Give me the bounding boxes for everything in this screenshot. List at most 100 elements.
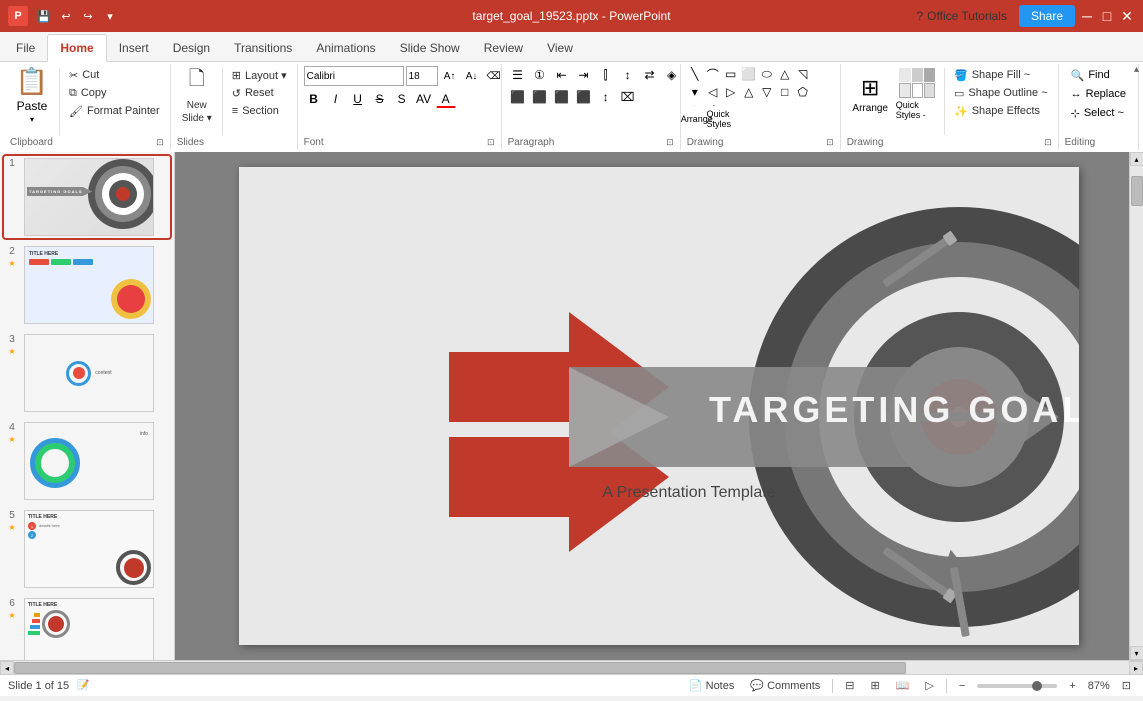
redo-icon[interactable]: ↪ [78,6,98,26]
scroll-thumb[interactable] [1131,176,1143,206]
notes-button[interactable]: 📄 Notes [685,679,738,692]
scroll-right-button[interactable]: ▸ [1129,661,1143,675]
decrease-font-button[interactable]: A↓ [462,67,482,85]
scroll-track[interactable] [1130,166,1143,646]
shape-arrow-left[interactable]: ◁ [705,84,721,100]
shape-effects-button[interactable]: ✨ Shape Effects [950,102,1052,120]
shape-rounded-rect[interactable]: ⬜ [741,66,757,82]
bold-button[interactable]: B [304,90,324,108]
replace-button[interactable]: ↔ Replace [1065,85,1132,103]
tab-slideshow[interactable]: Slide Show [388,35,472,61]
cut-button[interactable]: ✂ Cut [65,66,164,84]
vertical-scrollbar[interactable]: ▴ ▾ [1129,152,1143,660]
shape-line[interactable]: ╲ [687,66,703,82]
align-left-button[interactable]: ⬛ [508,88,528,106]
tab-insert[interactable]: Insert [107,35,161,61]
line-spacing-button[interactable]: ↕ [596,88,616,106]
reading-view-button[interactable]: 📖 [892,679,914,692]
strikethrough-button[interactable]: S [370,90,390,108]
quick-styles-button[interactable]: Quick Styles [709,110,729,128]
underline-button[interactable]: U [348,90,368,108]
section-button[interactable]: ≡ Section [228,102,291,120]
arrange-button[interactable]: ⊞ Arrange [847,66,894,122]
shape-connector[interactable]: ⌒ [705,66,721,82]
find-button[interactable]: 🔍 Find [1065,66,1132,84]
font-size-input[interactable] [406,66,438,86]
shape-arrow-right[interactable]: ▷ [723,84,739,100]
layout-button[interactable]: ⊞ Layout ▾ [228,66,291,84]
shape-fill-button[interactable]: 🪣 Shape Fill ~ [950,66,1052,84]
undo-icon[interactable]: ↩ [56,6,76,26]
scroll-left-button[interactable]: ◂ [0,661,14,675]
object-alt-text-button[interactable]: ⌧ [618,88,638,106]
numbering-button[interactable]: ① [530,66,550,84]
select-button[interactable]: ⊹ Select ~ [1065,104,1132,122]
shape-right-triangle[interactable]: ◹ [795,66,811,82]
scroll-up-button[interactable]: ▴ [1130,152,1143,166]
text-direction-button[interactable]: ↕ [618,66,638,84]
scroll-down-button[interactable]: ▾ [1130,646,1143,660]
share-button[interactable]: Share [1019,5,1075,27]
tab-view[interactable]: View [535,35,585,61]
normal-view-button[interactable]: ⊟ [841,679,858,692]
shape-rect[interactable]: ▭ [723,66,739,82]
tab-transitions[interactable]: Transitions [222,35,304,61]
shape-outline-button[interactable]: ▭ Shape Outline ~ [950,84,1052,102]
horizontal-scroll-track[interactable] [14,661,1129,674]
shape-more[interactable]: ▾ [687,84,703,100]
slide-item-1[interactable]: 1 TARGETING GOALS [4,156,170,238]
slide-item-3[interactable]: 3 ★ content [4,332,170,414]
shadow-button[interactable]: S [392,90,412,108]
tab-file[interactable]: File [4,35,47,61]
columns-button[interactable]: ⫿ [596,66,616,84]
align-center-button[interactable]: ⬛ [530,88,550,106]
shape-brace[interactable]: { [705,102,721,106]
clipboard-dialog-icon[interactable]: ⊡ [156,137,164,148]
presenter-view-button[interactable]: ▷ [921,679,937,692]
customize-icon[interactable]: ▾ [100,6,120,26]
zoom-in-button[interactable]: + [1065,680,1079,692]
paragraph-dialog-icon[interactable]: ⊡ [666,137,674,148]
drawing-dialog-icon2[interactable]: ⊡ [1044,137,1052,148]
maximize-button[interactable]: □ [1099,9,1115,23]
zoom-slider[interactable] [977,684,1057,688]
save-icon[interactable]: 💾 [34,6,54,26]
tab-design[interactable]: Design [161,35,222,61]
align-right-button[interactable]: ⬛ [552,88,572,106]
minimize-button[interactable]: ─ [1079,9,1095,23]
close-button[interactable]: ✕ [1119,9,1135,23]
convert-button[interactable]: ⇄ [640,66,660,84]
reset-button[interactable]: ↺ Reset [228,84,291,102]
office-tutorials-button[interactable]: ? Office Tutorials [908,5,1015,27]
slide-item-6[interactable]: 6 ★ TITLE HERE [4,596,170,660]
tab-animations[interactable]: Animations [304,35,387,61]
slide-item-2[interactable]: 2 ★ TITLE HERE [4,244,170,326]
slide-item-5[interactable]: 5 ★ TITLE HERE 1 2 details here [4,508,170,590]
horizontal-scroll-thumb[interactable] [14,662,906,674]
char-spacing-button[interactable]: AV [414,90,434,108]
slide-item-4[interactable]: 4 ★ info [4,420,170,502]
comments-button[interactable]: 💬 Comments [746,679,824,692]
bullets-button[interactable]: ☰ [508,66,528,84]
fit-slide-button[interactable]: ⊡ [1118,679,1135,692]
shape-callout[interactable]: □ [777,84,793,100]
slide-sorter-button[interactable]: ⊞ [866,679,883,692]
increase-font-button[interactable]: A↑ [440,67,460,85]
new-slide-button[interactable]: 🗋 New Slide ▾ [177,66,217,122]
drawing-dialog-icon[interactable]: ⊡ [826,137,834,148]
collapse-ribbon-icon[interactable]: ▴ [1134,64,1139,75]
quick-styles-btn[interactable]: Quick Styles - [896,66,939,122]
font-dialog-icon[interactable]: ⊡ [487,137,495,148]
format-painter-button[interactable]: 🖌 Format Painter [65,102,164,120]
shape-arrow-down[interactable]: ▽ [759,84,775,100]
paste-button[interactable]: 📋 Paste ▾ [10,66,54,124]
decrease-indent-button[interactable]: ⇤ [552,66,572,84]
shape-star[interactable]: ☆ [687,102,703,106]
increase-indent-button[interactable]: ⇥ [574,66,594,84]
zoom-out-button[interactable]: − [955,680,969,692]
smartart-button[interactable]: ◈ [662,66,682,84]
tab-home[interactable]: Home [47,34,106,62]
shape-triangle[interactable]: △ [777,66,793,82]
arrange-shapes-button[interactable]: Arrange [687,110,707,128]
tab-review[interactable]: Review [472,35,535,61]
